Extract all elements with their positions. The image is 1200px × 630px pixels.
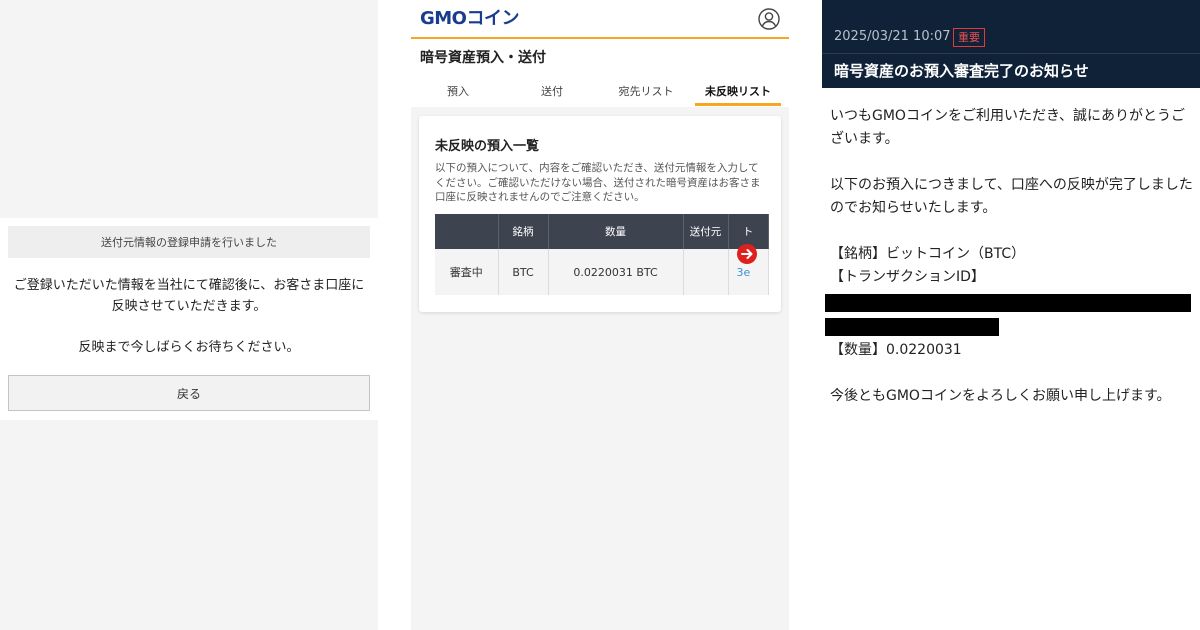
page-title: 暗号資産預入・送付	[420, 50, 546, 66]
symbol-line: 【銘柄】ビットコイン（BTC）	[830, 246, 1026, 262]
header-divider	[822, 53, 1200, 54]
user-account-icon[interactable]	[758, 8, 780, 30]
header-quantity: 数量	[548, 214, 684, 249]
amount-line: 【数量】0.0220031	[830, 342, 962, 358]
gmo-coin-logo[interactable]: GMOコイン	[420, 5, 520, 33]
tab-deposit[interactable]: 預入	[411, 80, 505, 106]
back-button[interactable]: 戻る	[8, 375, 370, 411]
redacted-txid-block	[825, 294, 1191, 312]
redacted-txid-block	[825, 318, 999, 336]
completion-paragraph: 以下のお預入につきまして、口座への反映が完了しましたのでお知らせいたします。	[830, 177, 1193, 216]
header-symbol: 銘柄	[498, 214, 549, 249]
header-sender: 送付元	[683, 214, 729, 249]
confirmation-message: ご登録いただいた情報を当社にて確認後に、お客さま口座に反映させていただきます。	[13, 278, 365, 314]
notice-body: いつもGMOコインをご利用いただき、誠にありがとうございます。 以下のお預入につ…	[830, 105, 1194, 289]
notice-header: 2025/03/21 10:07 重要 暗号資産のお預入審査完了のお知らせ	[822, 0, 1200, 88]
notice-banner: 送付元情報の登録申請を行いました	[8, 226, 370, 258]
notice-title: 暗号資産のお預入審査完了のお知らせ	[834, 62, 1089, 80]
deposits-table: 銘柄 数量 送付元 ト 審査中 BTC 0.0220031 BTC 3e	[435, 214, 769, 295]
txid-label: 【トランザクションID】	[830, 269, 985, 285]
card-description: 以下の預入について、内容をご確認いただき、送付元情報を入力してください。ご確認い…	[435, 162, 761, 203]
right-panel: 2025/03/21 10:07 重要 暗号資産のお預入審査完了のお知らせ いつ…	[822, 0, 1200, 630]
cell-sender[interactable]	[683, 249, 729, 295]
greeting-paragraph: いつもGMOコインをご利用いただき、誠にありがとうございます。	[830, 108, 1185, 147]
cell-status: 審査中	[435, 249, 499, 295]
app-header: GMOコイン	[411, 0, 789, 39]
confirmation-card: 送付元情報の登録申請を行いました ご登録いただいた情報を当社にて確認後に、お客さ…	[0, 218, 378, 420]
unreflected-deposits-card: 未反映の預入一覧 以下の預入について、内容をご確認いただき、送付元情報を入力して…	[419, 116, 781, 312]
important-badge: 重要	[953, 28, 985, 47]
closing-paragraph: 今後ともGMOコインをよろしくお願い申し上げます。	[830, 388, 1171, 404]
left-panel: 送付元情報の登録申請を行いました ご登録いただいた情報を当社にて確認後に、お客さ…	[0, 0, 378, 630]
notice-body-bottom: 【数量】0.0220031 今後ともGMOコインをよろしくお願い申し上げます。	[830, 339, 1194, 408]
tab-address-list[interactable]: 宛先リスト	[599, 80, 693, 106]
tab-bar: 預入 送付 宛先リスト 未反映リスト	[411, 80, 789, 106]
card-title: 未反映の預入一覧	[435, 139, 540, 154]
wait-message: 反映まで今しばらくお待ちください。	[78, 340, 300, 355]
notice-date: 2025/03/21 10:07	[834, 29, 951, 44]
cell-symbol: BTC	[498, 249, 549, 295]
scroll-right-arrow-icon[interactable]	[737, 244, 757, 264]
cell-quantity: 0.0220031 BTC	[548, 249, 684, 295]
middle-panel: GMOコイン 暗号資産預入・送付 預入 送付 宛先リスト 未反映リスト 未反映の…	[411, 0, 789, 630]
table-header-row: 銘柄 数量 送付元 ト	[435, 214, 769, 249]
tab-unreflected-list[interactable]: 未反映リスト	[695, 80, 781, 106]
tab-send[interactable]: 送付	[505, 80, 599, 106]
header-status	[435, 214, 499, 249]
table-row: 審査中 BTC 0.0220031 BTC 3e	[435, 249, 769, 295]
